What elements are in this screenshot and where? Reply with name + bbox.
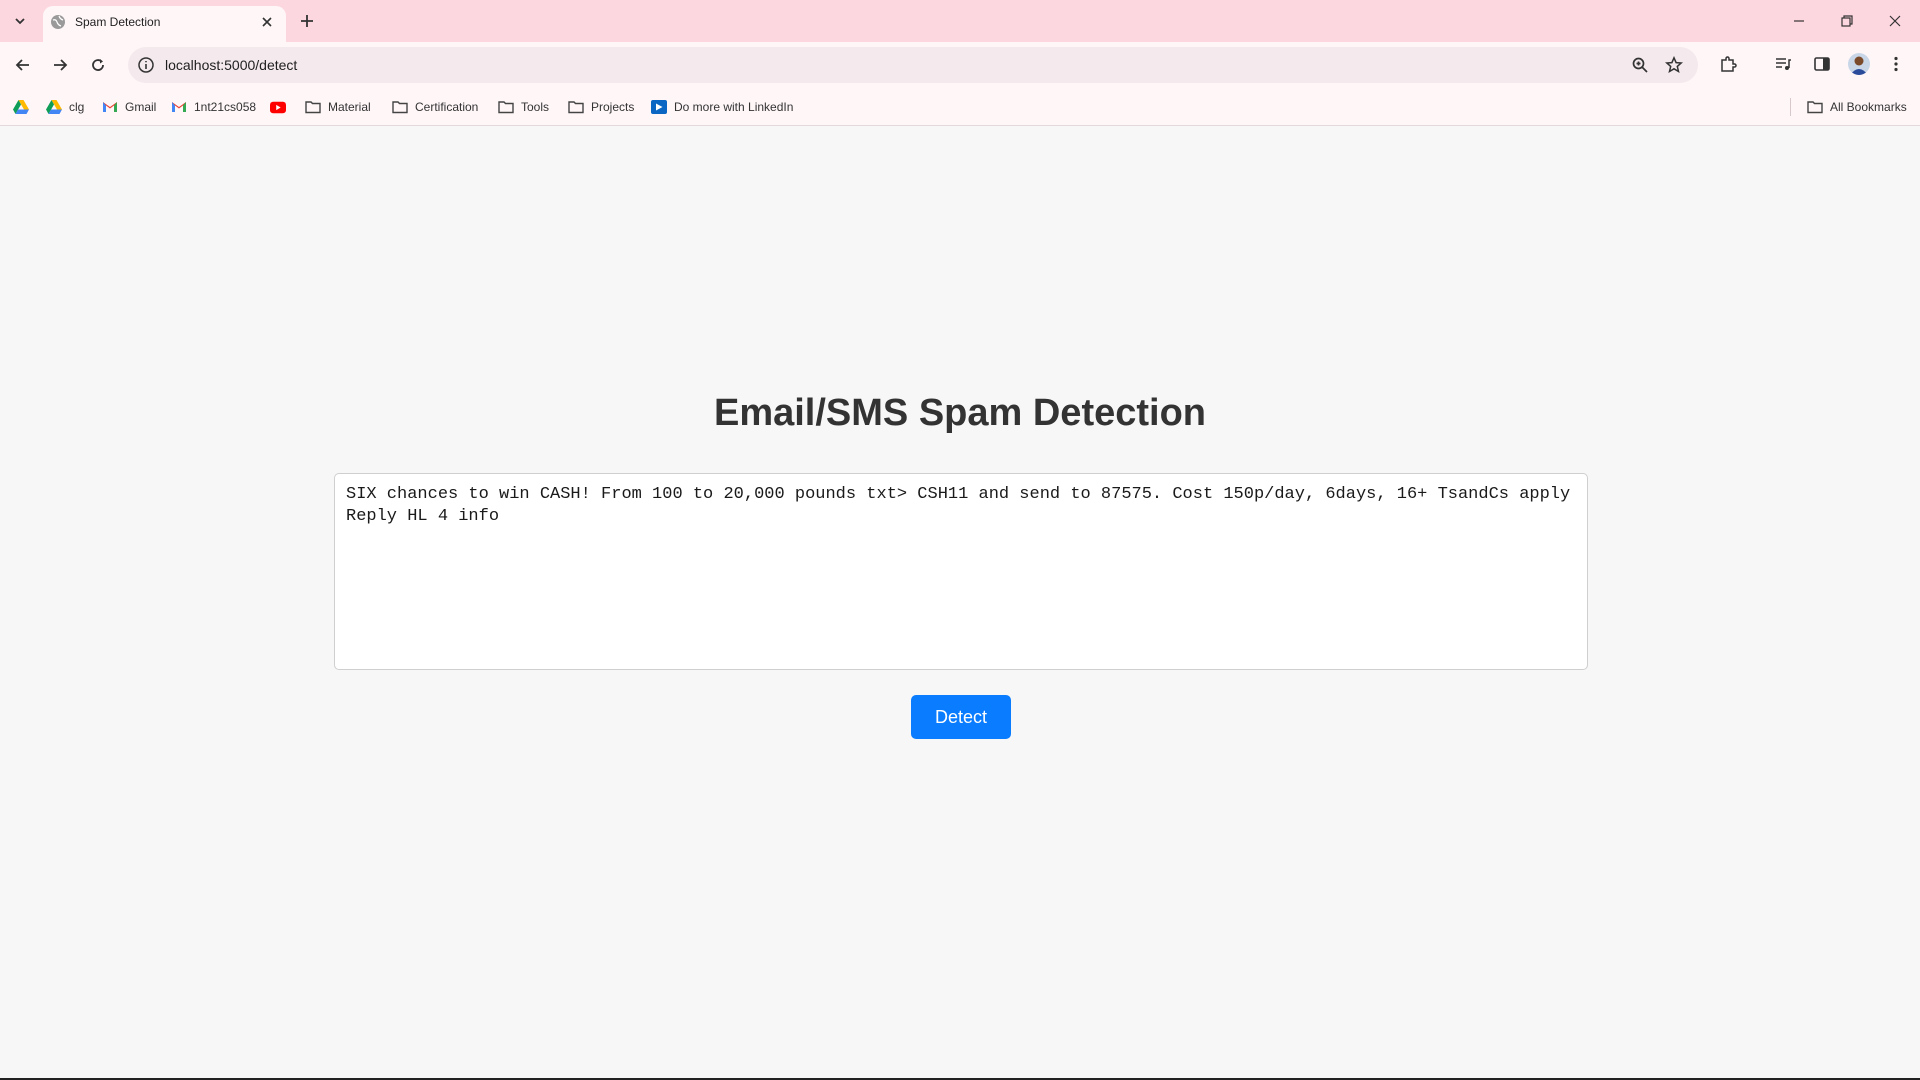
browser-toolbar: localhost:5000/detect	[0, 42, 1920, 88]
bookmarks-separator	[1790, 98, 1791, 116]
bookmark-label: Gmail	[125, 100, 157, 114]
folder-icon	[392, 99, 408, 115]
menu-kebab-icon[interactable]	[1884, 52, 1908, 76]
bookmarks-bar: clg Gmail 1nt21cs058 Material Certificat…	[0, 88, 1920, 126]
bookmark-1nt21cs058[interactable]: 1nt21cs058	[171, 96, 256, 118]
google-drive-icon	[13, 99, 29, 115]
profile-avatar[interactable]	[1848, 53, 1870, 75]
bookmark-label: clg	[69, 100, 85, 114]
url-text[interactable]: localhost:5000/detect	[165, 56, 297, 74]
bookmark-label: Certification	[415, 100, 479, 114]
page-content: Email/SMS Spam Detection SIX chances to …	[0, 127, 1920, 1078]
bookmark-clg[interactable]: clg	[46, 96, 84, 118]
bookmark-label: Tools	[521, 100, 550, 114]
message-textarea[interactable]: SIX chances to win CASH! From 100 to 20,…	[334, 473, 1588, 670]
globe-icon	[50, 14, 66, 30]
forward-arrow-icon[interactable]	[44, 49, 76, 81]
all-bookmarks[interactable]: All Bookmarks	[1807, 96, 1907, 118]
side-panel-icon[interactable]	[1810, 52, 1834, 76]
gmail-icon	[171, 99, 187, 115]
bookmark-star-icon[interactable]	[1664, 55, 1684, 75]
bookmark-label: 1nt21cs058	[194, 100, 257, 114]
restore-icon[interactable]	[1824, 6, 1870, 36]
bookmark-folder-material[interactable]: Material	[305, 96, 371, 118]
bookmark-youtube[interactable]	[270, 96, 293, 118]
folder-icon	[568, 99, 584, 115]
back-arrow-icon[interactable]	[7, 49, 39, 81]
bookmark-drive[interactable]	[13, 96, 36, 118]
linkedin-learning-icon	[651, 99, 667, 115]
tab-spam-detection[interactable]: Spam Detection	[43, 6, 286, 42]
tab-title: Spam Detection	[75, 15, 161, 29]
address-bar[interactable]: localhost:5000/detect	[128, 47, 1698, 83]
tab-strip: Spam Detection	[0, 0, 1920, 42]
page-title: Email/SMS Spam Detection	[713, 392, 1206, 434]
bookmark-linkedin[interactable]: Do more with LinkedIn	[651, 96, 793, 118]
extensions-puzzle-icon[interactable]	[1716, 52, 1740, 76]
gmail-icon	[102, 99, 118, 115]
folder-icon	[498, 99, 514, 115]
minimize-icon[interactable]	[1776, 6, 1822, 36]
media-controls-icon[interactable]	[1771, 52, 1795, 76]
folder-icon	[305, 99, 321, 115]
detect-button[interactable]: Detect	[911, 695, 1011, 739]
bookmark-label: Projects	[591, 100, 635, 114]
reload-icon[interactable]	[82, 49, 114, 81]
bookmark-folder-projects[interactable]: Projects	[568, 96, 634, 118]
folder-icon	[1807, 99, 1823, 115]
site-info-icon[interactable]	[137, 56, 155, 74]
bookmark-gmail[interactable]: Gmail	[102, 96, 156, 118]
all-bookmarks-label: All Bookmarks	[1830, 100, 1907, 114]
google-drive-icon	[46, 99, 62, 115]
bookmark-folder-tools[interactable]: Tools	[498, 96, 549, 118]
zoom-icon[interactable]	[1630, 55, 1650, 75]
bookmark-label: Material	[328, 100, 371, 114]
youtube-icon	[270, 99, 286, 115]
tab-search-chevron-icon[interactable]	[7, 8, 33, 34]
close-tab-icon[interactable]	[258, 13, 276, 31]
new-tab-plus-icon[interactable]	[294, 8, 320, 34]
close-window-icon[interactable]	[1872, 6, 1918, 36]
bookmark-folder-certification[interactable]: Certification	[392, 96, 478, 118]
bookmark-label: Do more with LinkedIn	[674, 100, 794, 114]
